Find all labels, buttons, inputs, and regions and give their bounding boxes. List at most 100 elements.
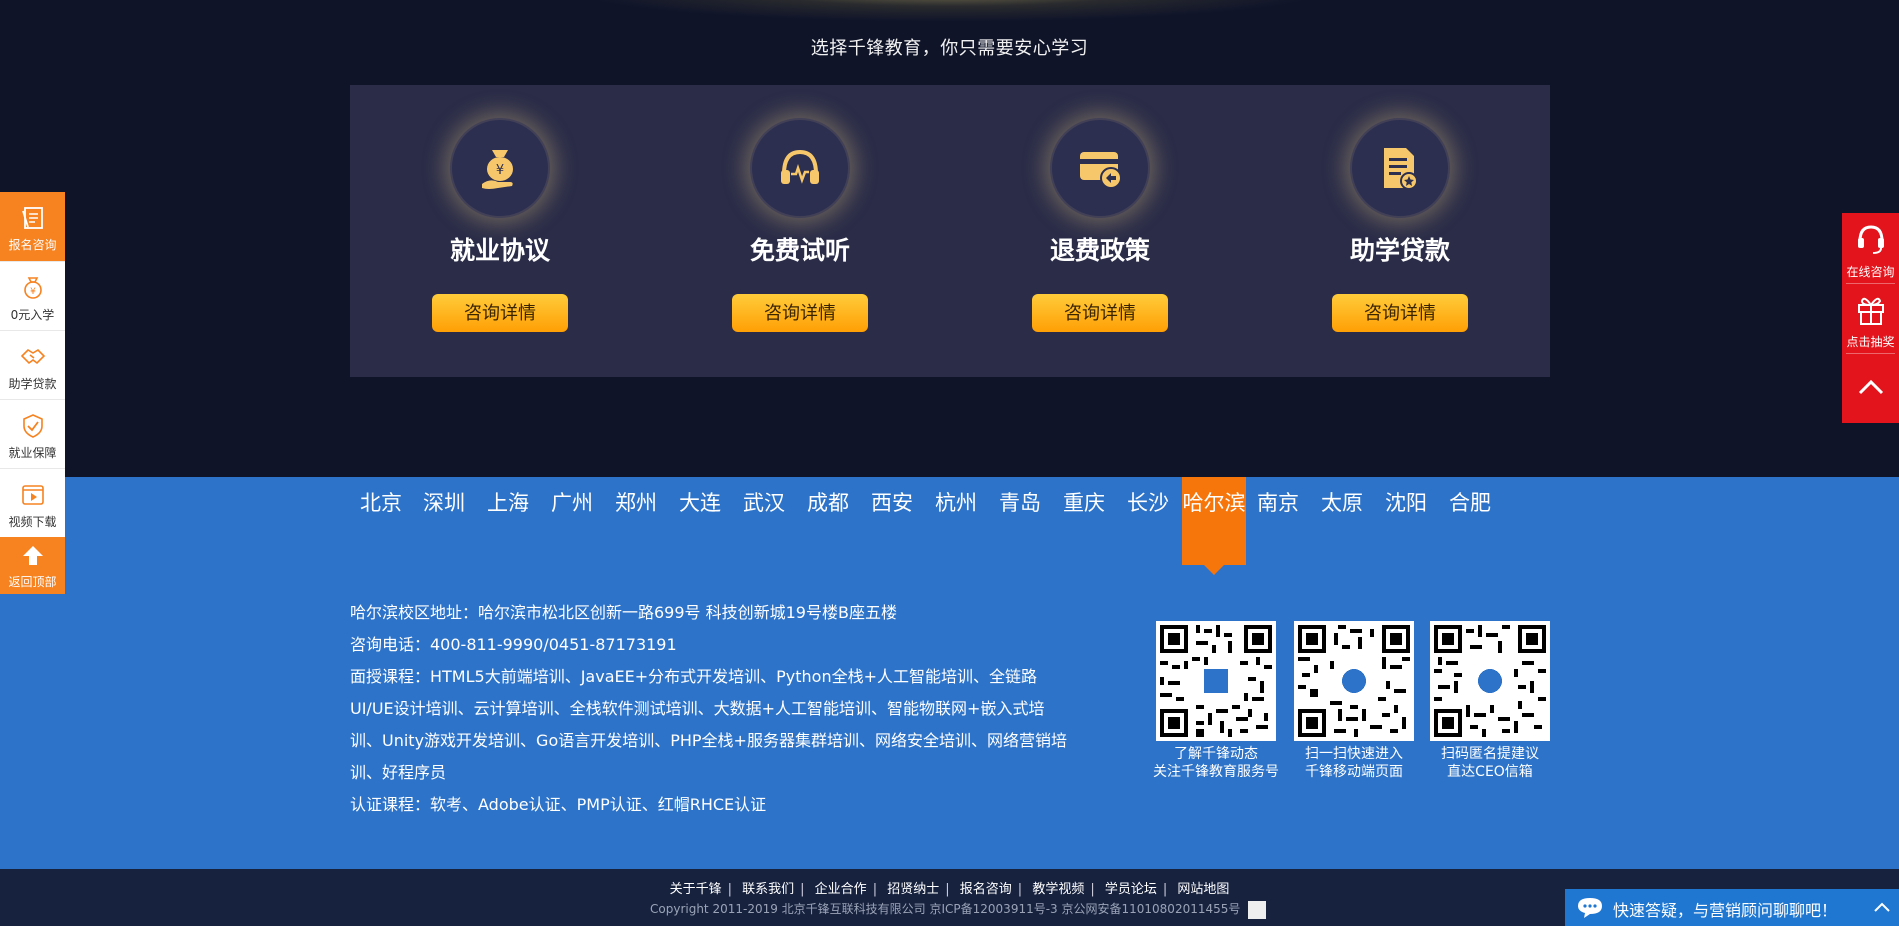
svg-text:¥: ¥ [30,287,36,297]
consult-details-button[interactable]: 咨询详情 [1332,294,1468,332]
footer-link-sitemap[interactable]: 网站地图 [1177,882,1229,897]
city-tab-wuhan[interactable]: 武汉 [732,477,796,565]
city-tab-beijing[interactable]: 北京 [350,477,412,565]
city-tab-hangzhou[interactable]: 杭州 [924,477,988,565]
qr-caption: 扫码匿名提建议 直达CEO信箱 [1441,746,1539,780]
sidebar-item-job-guarantee[interactable]: 就业保障 [0,399,65,468]
city-tab-taiyuan[interactable]: 太原 [1310,477,1374,565]
gift-icon [1858,297,1884,325]
city-tab-dalian[interactable]: 大连 [668,477,732,565]
feature-title: 免费试听 [749,236,850,265]
sidebar-item-back-to-top[interactable]: 返回顶部 [0,537,65,594]
sidebar-item-label: 点击抽奖 [1846,335,1895,349]
campus-address: 哈尔滨校区地址：哈尔滨市松北区创新一路699号 科技创新城19号楼B座五楼 [350,603,897,622]
section-tagline: 选择千锋教育，你只需要安心学习 [810,38,1089,59]
right-sidebar: 在线咨询 点击抽奖 [1842,213,1899,423]
sidebar-item-label: 0元入学 [10,308,55,322]
campus-courses-line: 训、好程序员 [350,763,447,782]
chevron-up-icon[interactable] [1873,900,1891,914]
campus-certifications: 认证课程：软考、Adobe认证、PMP认证、红帽RHCE认证 [350,795,767,814]
sidebar-item-label: 视频下载 [8,515,57,529]
campus-info: 哈尔滨校区地址：哈尔滨市松北区创新一路699号 科技创新城19号楼B座五楼 咨询… [350,597,1090,821]
city-tab-shanghai[interactable]: 上海 [476,477,540,565]
campus-courses-line: 面授课程：HTML5大前端培训、JavaEE+分布式开发培训、Python全栈+… [350,667,1037,686]
sidebar-item-label: 报名咨询 [8,238,57,252]
video-icon [22,485,44,505]
headphones-icon [781,149,819,184]
sidebar-item-lottery[interactable]: 点击抽奖 [1842,283,1899,353]
footer-link-forum[interactable]: 学员论坛 [1105,882,1157,897]
money-bag-icon: ¥ [24,277,42,299]
copyright-text: Copyright 2011-2019 北京千锋互联科技有限公司 京ICP备12… [650,902,1241,916]
city-tab-hefei[interactable]: 合肥 [1438,477,1502,565]
feature-title: 退费政策 [1049,236,1150,265]
consult-details-button[interactable]: 咨询详情 [432,294,568,332]
footer-link-about[interactable]: 关于千锋 [670,882,722,897]
city-tab-nanjing[interactable]: 南京 [1246,477,1310,565]
sidebar-item-online-consult[interactable]: 在线咨询 [1842,213,1899,283]
city-tab-chengdu[interactable]: 成都 [796,477,860,565]
features-panel: ¥ 就业协议 咨询详情 免费试听 咨询详情 退费政策 咨询详情 助学贷款 咨询详… [350,85,1550,377]
sidebar-item-label: 就业保障 [8,446,57,460]
sidebar-item-zero-tuition[interactable]: ¥ 0元入学 [0,261,65,330]
copyright-line: Copyright 2011-2019 北京千锋互联科技有限公司 京ICP备12… [650,900,1267,919]
consult-details-button[interactable]: 咨询详情 [1032,294,1168,332]
sidebar-item-student-loan[interactable]: 助学贷款 [0,330,65,399]
chat-bar[interactable]: 快速答疑，与营销顾问聊聊吧！ [1565,889,1899,926]
sidebar-item-video-download[interactable]: 视频下载 [0,468,65,537]
sidebar-item-label: 助学贷款 [8,377,57,391]
city-tab-chongqing[interactable]: 重庆 [1052,477,1116,565]
qr-caption: 了解千锋动态 关注千锋教育服务号 [1153,746,1279,780]
city-tab-harbin[interactable]: 哈尔滨 [1182,477,1246,575]
city-tab-xian[interactable]: 西安 [860,477,924,565]
svg-text:¥: ¥ [496,163,504,178]
footer-link-cooperation[interactable]: 企业合作 [815,882,867,897]
feature-free-trial: 免费试听 咨询详情 [650,85,950,377]
city-tab-guangzhou[interactable]: 广州 [540,477,604,565]
city-tab-zhengzhou[interactable]: 郑州 [604,477,668,565]
sidebar-item-scroll-top[interactable] [1842,353,1899,423]
consult-details-button[interactable]: 咨询详情 [732,294,868,332]
feature-section: 选择千锋教育，你只需要安心学习 ¥ 就业协议 咨询详情 免费试听 咨询详情 退费… [0,0,1899,477]
footer-link-signup[interactable]: 报名咨询 [960,882,1012,897]
qr-code-service-account [1156,621,1276,741]
sidebar-item-label: 在线咨询 [1846,265,1895,279]
feature-title: 助学贷款 [1349,236,1450,265]
signup-form-icon [22,207,43,229]
refund-card-icon [1080,152,1122,189]
left-sidebar: 报名咨询 ¥ 0元入学 助学贷款 就业保障 视频下载 返回顶部 [0,192,65,594]
feature-title: 就业协议 [449,236,550,265]
headset-icon [1858,225,1884,254]
qr-caption: 扫一扫快速进入 千锋移动端页面 [1305,746,1403,780]
campus-courses-line: 训、Unity游戏开发培训、Go语言开发培训、PHP全栈+服务器集群培训、网络安… [350,731,1067,750]
chat-bubble-icon [1578,898,1602,918]
feature-icon-circle: ¥ [450,118,550,218]
feature-refund-policy: 退费政策 咨询详情 [950,85,1250,377]
campus-courses-line: UI/UE设计培训、云计算培训、全栈软件测试培训、大数据+人工智能培训、智能物联… [350,699,1045,718]
document-icon [1384,148,1418,190]
city-tab-shenyang[interactable]: 沈阳 [1374,477,1438,565]
money-bag-icon: ¥ [482,150,513,189]
city-tab-changsha[interactable]: 长沙 [1116,477,1180,565]
chat-bar-text: 快速答疑，与营销顾问聊聊吧！ [1613,901,1838,920]
footer-link-videos[interactable]: 教学视频 [1032,882,1084,897]
stats-icon[interactable] [1248,900,1267,919]
city-tab-shenzhen[interactable]: 深圳 [412,477,476,565]
feature-icon-circle [750,118,850,218]
qr-code-ceo-mailbox [1430,621,1550,741]
arrow-up-icon [23,546,43,565]
qr-code-mobile-site [1294,621,1414,741]
feature-student-loan: 助学贷款 咨询详情 [1250,85,1550,377]
city-tab-qingdao[interactable]: 青岛 [988,477,1052,565]
shield-check-icon [23,414,43,438]
footer-link-careers[interactable]: 招贤纳士 [887,882,939,897]
chevron-up-icon [1858,379,1884,395]
sidebar-item-signup[interactable]: 报名咨询 [0,192,65,261]
sidebar-item-label: 返回顶部 [8,575,57,589]
feature-icon-circle [1350,118,1450,218]
footer-link-contact[interactable]: 联系我们 [742,882,794,897]
campus-phone: 咨询电话：400-811-9990/0451-87173191 [350,635,677,654]
feature-icon-circle [1050,118,1150,218]
top-glow [570,0,1330,22]
feature-employment-agreement: ¥ 就业协议 咨询详情 [350,85,650,377]
